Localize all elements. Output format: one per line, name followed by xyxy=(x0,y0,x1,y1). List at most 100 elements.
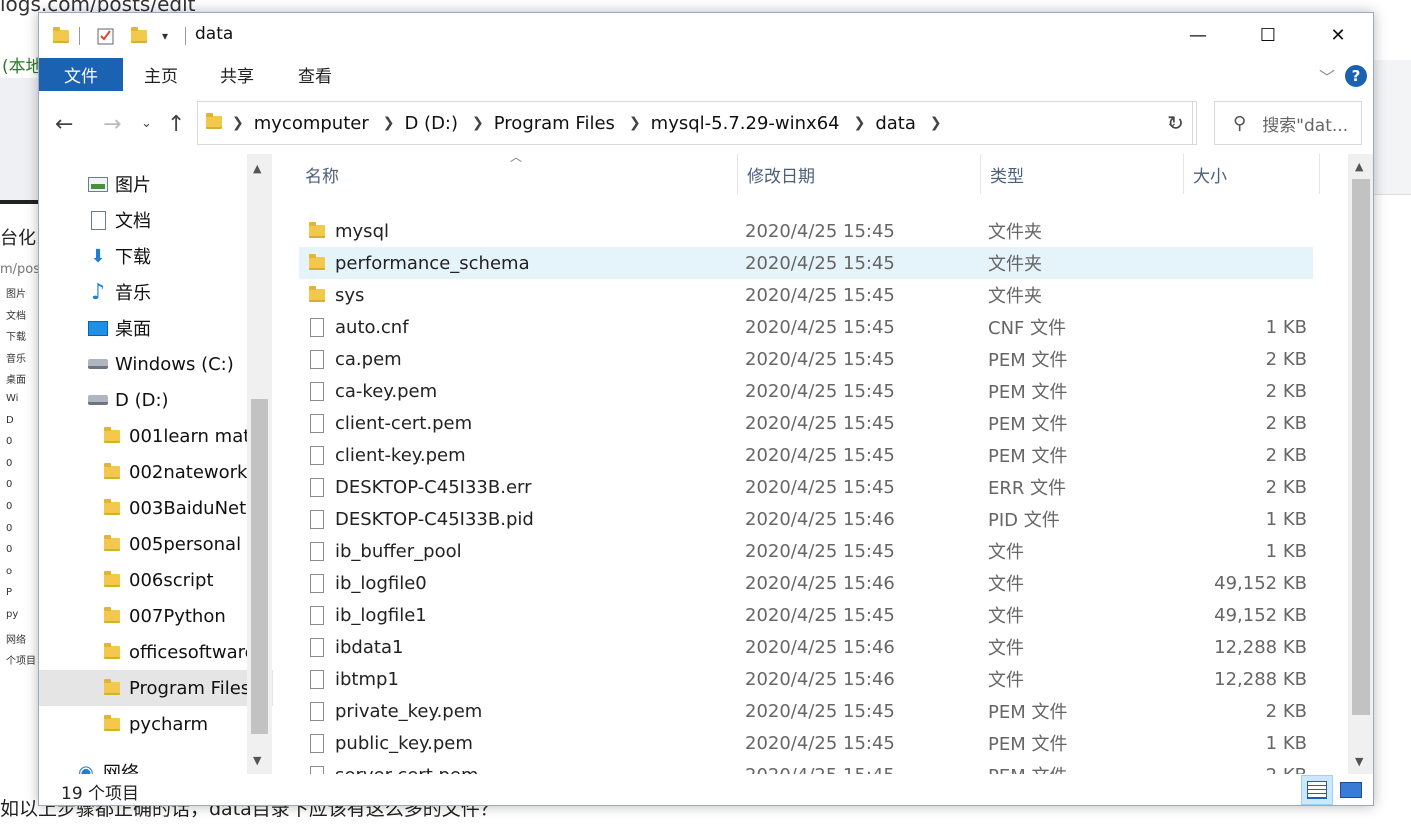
file-size: 49,152 KB xyxy=(1214,604,1307,626)
nav-item[interactable]: 005personal li xyxy=(39,526,273,562)
help-button[interactable]: ? xyxy=(1345,65,1367,87)
column-divider[interactable] xyxy=(737,154,738,194)
file-type: PEM 文件 xyxy=(988,446,1068,467)
nav-item[interactable]: 007Python xyxy=(39,598,273,634)
nav-item[interactable]: 桌面 xyxy=(39,310,273,346)
column-size[interactable]: 大小 xyxy=(1193,162,1227,187)
column-type[interactable]: 类型 xyxy=(990,162,1024,187)
breadcrumb-drive-d[interactable]: D (D:) xyxy=(404,113,458,134)
nav-item[interactable]: 文档 xyxy=(39,202,273,238)
background-mini-nav-item: 桌面 xyxy=(6,375,26,387)
file-name: mysql xyxy=(335,220,389,242)
back-arrow-icon[interactable]: ← xyxy=(55,112,73,137)
file-size: 12,288 KB xyxy=(1214,636,1307,658)
tab-home[interactable]: 主页 xyxy=(127,58,195,91)
file-date: 2020/4/25 15:45 xyxy=(745,732,895,754)
file-row[interactable]: ca.pem 2020/4/25 15:45 PEM 文件 2 KB xyxy=(299,343,1313,375)
forward-arrow-icon[interactable]: → xyxy=(103,112,121,137)
nav-item[interactable]: 002nateworks xyxy=(39,454,273,490)
file-row[interactable]: private_key.pem 2020/4/25 15:45 PEM 文件 2 KB xyxy=(299,695,1313,727)
breadcrumb-mysql[interactable]: mysql-5.7.29-winx64 xyxy=(651,113,840,134)
breadcrumb-data[interactable]: data xyxy=(875,113,916,134)
chevron-right-icon[interactable]: ❯ xyxy=(930,115,942,131)
customize-toolbar-icon[interactable]: ▾ xyxy=(157,25,173,47)
nav-item[interactable]: 001learn mate xyxy=(39,418,273,454)
new-folder-icon[interactable] xyxy=(129,25,149,47)
file-row[interactable]: server-cert.pem 2020/4/25 15:45 PEM 文件 2 KB xyxy=(299,759,1313,774)
nav-item[interactable]: D (D:) xyxy=(39,382,273,418)
file-row[interactable]: client-cert.pem 2020/4/25 15:45 PEM 文件 2 KB xyxy=(299,407,1313,439)
file-row[interactable]: ib_logfile1 2020/4/25 15:45 文件 49,152 KB xyxy=(299,599,1313,631)
maximize-button[interactable]: ☐ xyxy=(1233,13,1303,58)
column-divider[interactable] xyxy=(980,154,981,194)
file-row[interactable]: client-key.pem 2020/4/25 15:45 PEM 文件 2 KB xyxy=(299,439,1313,471)
chevron-right-icon[interactable]: ❯ xyxy=(854,115,866,131)
nav-item-label: 下载 xyxy=(115,247,151,268)
file-name: server-cert.pem xyxy=(335,765,479,775)
nav-item[interactable]: Program Files xyxy=(39,670,273,706)
minimize-button[interactable]: — xyxy=(1163,13,1233,58)
file-icon xyxy=(299,381,335,401)
search-input[interactable]: ⚲ 搜索"dat... xyxy=(1214,101,1362,145)
file-list: ︿ 名称 修改日期 类型 大小 mysql 2020/4/25 15:45 文件夹 p… xyxy=(273,154,1348,774)
file-row[interactable]: auto.cnf 2020/4/25 15:45 CNF 文件 1 KB xyxy=(299,311,1313,343)
file-row[interactable]: DESKTOP-C45I33B.err 2020/4/25 15:45 ERR 文件… xyxy=(299,471,1313,503)
file-row[interactable]: ca-key.pem 2020/4/25 15:45 PEM 文件 2 KB xyxy=(299,375,1313,407)
column-divider[interactable] xyxy=(1183,154,1184,194)
refresh-button[interactable]: ↻ xyxy=(1155,101,1197,145)
up-arrow-icon[interactable]: ↑ xyxy=(167,112,185,137)
folder-icon xyxy=(101,498,123,517)
scroll-up-icon[interactable]: ▲ xyxy=(1355,160,1363,173)
chevron-right-icon[interactable]: ❯ xyxy=(472,115,484,131)
large-icons-view-button[interactable] xyxy=(1335,775,1367,805)
tab-view[interactable]: 查看 xyxy=(281,58,349,91)
breadcrumb-mycomputer[interactable]: mycomputer xyxy=(254,113,369,134)
scroll-down-icon[interactable]: ▼ xyxy=(253,754,261,767)
nav-item[interactable]: ⬇ 下载 xyxy=(39,238,273,274)
file-row[interactable]: ibdata1 2020/4/25 15:46 文件 12,288 KB xyxy=(299,631,1313,663)
scroll-down-icon[interactable]: ▼ xyxy=(1355,755,1363,768)
nav-item[interactable]: 003BaiduNetc xyxy=(39,490,273,526)
address-bar[interactable]: ❯ mycomputer ❯ D (D:) ❯ Program Files ❯ … xyxy=(197,101,1193,145)
details-view-button[interactable] xyxy=(1301,775,1333,805)
nav-scrollbar-thumb[interactable] xyxy=(251,399,268,734)
close-button[interactable]: ✕ xyxy=(1303,13,1373,58)
nav-item[interactable]: officesoftware xyxy=(39,634,273,670)
nav-item[interactable]: ♪ 音乐 xyxy=(39,274,273,310)
breadcrumb-program-files[interactable]: Program Files xyxy=(494,113,615,134)
file-row[interactable]: performance_schema 2020/4/25 15:45 文件夹 xyxy=(299,247,1313,279)
chevron-right-icon[interactable]: ❯ xyxy=(383,115,395,131)
file-row[interactable]: public_key.pem 2020/4/25 15:45 PEM 文件 1 KB xyxy=(299,727,1313,759)
nav-item[interactable]: Windows (C:) xyxy=(39,346,273,382)
file-list-scrollbar-thumb[interactable] xyxy=(1352,179,1370,715)
tab-share[interactable]: 共享 xyxy=(203,58,271,91)
tab-file[interactable]: 文件 xyxy=(39,58,123,91)
nav-item[interactable]: pycharm xyxy=(39,706,273,742)
file-size: 2 KB xyxy=(1265,444,1307,466)
nav-item[interactable]: ◉ 网络 xyxy=(39,754,273,775)
file-row[interactable]: ib_logfile0 2020/4/25 15:46 文件 49,152 KB xyxy=(299,567,1313,599)
background-mini-nav-item: 图片 xyxy=(6,289,26,300)
background-side-text: 台化 xyxy=(0,228,36,249)
chevron-right-icon[interactable]: ❯ xyxy=(232,115,244,131)
chevron-right-icon[interactable]: ❯ xyxy=(629,115,641,131)
expand-ribbon-icon[interactable]: ﹀ xyxy=(1319,64,1335,88)
file-type: 文件 xyxy=(988,638,1024,659)
nav-item[interactable]: 006script xyxy=(39,562,273,598)
file-icon xyxy=(299,445,335,465)
column-name[interactable]: 名称 xyxy=(305,162,339,187)
file-row[interactable]: DESKTOP-C45I33B.pid 2020/4/25 15:46 PID 文件… xyxy=(299,503,1313,535)
file-type: 文件夹 xyxy=(988,286,1042,307)
properties-icon[interactable] xyxy=(95,25,117,47)
file-row[interactable]: sys 2020/4/25 15:45 文件夹 xyxy=(299,279,1313,311)
file-type: ERR 文件 xyxy=(988,478,1067,499)
file-row[interactable]: ibtmp1 2020/4/25 15:46 文件 12,288 KB xyxy=(299,663,1313,695)
file-row[interactable]: mysql 2020/4/25 15:45 文件夹 xyxy=(299,215,1313,247)
background-toolbar xyxy=(0,78,40,203)
column-divider[interactable] xyxy=(1319,154,1320,194)
file-row[interactable]: ib_buffer_pool 2020/4/25 15:45 文件 1 KB xyxy=(299,535,1313,567)
nav-item[interactable]: 图片 xyxy=(39,166,273,202)
scroll-up-icon[interactable]: ▲ xyxy=(253,162,261,175)
column-date[interactable]: 修改日期 xyxy=(747,162,815,187)
recent-locations-icon[interactable]: ⌄ xyxy=(141,116,152,131)
